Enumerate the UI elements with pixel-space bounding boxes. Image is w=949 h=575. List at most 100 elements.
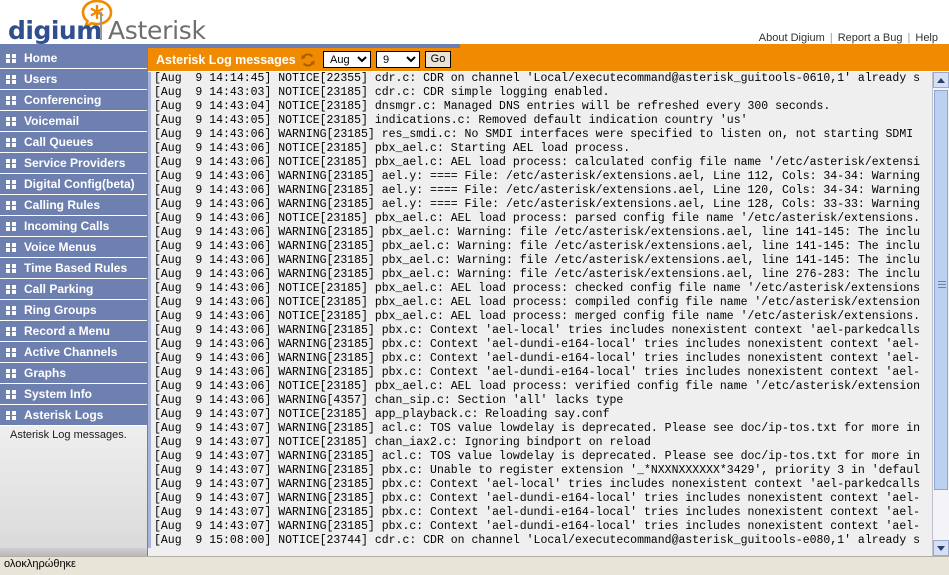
nav-link-help[interactable]: Help xyxy=(910,32,943,44)
refresh-icon[interactable] xyxy=(300,52,316,68)
day-select[interactable]: 9 xyxy=(376,51,420,68)
log-line: [Aug 9 14:14:45] NOTICE[22355] cdr.c: CD… xyxy=(148,72,932,86)
logo-digium-text: digium xyxy=(8,16,102,45)
sidebar-item-users[interactable]: Users xyxy=(0,69,147,90)
sidebar-item-label: Users xyxy=(24,72,58,86)
sidebar-item-label: Voice Menus xyxy=(24,240,97,254)
nav-link-report-a-bug[interactable]: Report a Bug xyxy=(833,32,908,44)
grid-icon xyxy=(6,264,16,273)
sidebar-item-time-based-rules[interactable]: Time Based Rules xyxy=(0,258,147,279)
sidebar-item-call-queues[interactable]: Call Queues xyxy=(0,132,147,153)
sidebar-item-system-info[interactable]: System Info xyxy=(0,384,147,405)
page-title: Asterisk Log messages xyxy=(156,53,296,67)
browser-status-bar: ολοκληρώθηκε xyxy=(0,556,949,575)
log-line: [Aug 9 14:43:06] NOTICE[23185] pbx_ael.c… xyxy=(148,282,932,296)
log-line: [Aug 9 14:43:03] NOTICE[23185] cdr.c: CD… xyxy=(148,86,932,100)
sidebar-item-label: Ring Groups xyxy=(24,303,97,317)
sidebar-item-label: Call Queues xyxy=(24,135,94,149)
log-line: [Aug 9 14:43:07] WARNING[23185] pbx.c: C… xyxy=(148,506,932,520)
content-panel: Asterisk Log messages Aug 9 Go [Aug 9 14… xyxy=(148,48,949,556)
log-line: [Aug 9 14:43:04] NOTICE[23185] dnsmgr.c:… xyxy=(148,100,932,114)
grid-icon xyxy=(6,348,16,357)
log-line: [Aug 9 14:43:06] WARNING[23185] ael.y: =… xyxy=(148,170,932,184)
grid-icon xyxy=(6,159,16,168)
log-line: [Aug 9 14:43:06] WARNING[23185] pbx.c: C… xyxy=(148,338,932,352)
sidebar-item-label: Voicemail xyxy=(24,114,80,128)
log-scrollbar[interactable] xyxy=(932,72,949,556)
sidebar-menu-list: Home Users Conferencing Voicemail Call Queue… xyxy=(0,48,147,426)
grid-icon xyxy=(6,327,16,336)
sidebar-item-home[interactable]: Home xyxy=(0,48,147,69)
sidebar-item-label: Home xyxy=(24,51,58,65)
log-line: [Aug 9 14:43:07] WARNING[23185] pbx.c: U… xyxy=(148,464,932,478)
log-line: [Aug 9 14:43:07] WARNING[23185] pbx.c: C… xyxy=(148,520,932,534)
status-bar-text: ολοκληρώθηκε xyxy=(4,558,76,570)
log-line: [Aug 9 14:43:06] WARNING[23185] pbx_ael.… xyxy=(148,268,932,282)
sidebar-item-call-parking[interactable]: Call Parking xyxy=(0,279,147,300)
sidebar-item-conferencing[interactable]: Conferencing xyxy=(0,90,147,111)
grid-icon xyxy=(6,138,16,147)
sidebar-item-label: Call Parking xyxy=(24,282,94,296)
log-line: [Aug 9 14:43:06] NOTICE[23185] pbx_ael.c… xyxy=(148,380,932,394)
log-line: [Aug 9 14:43:06] WARNING[23185] pbx_ael.… xyxy=(148,240,932,254)
grid-icon xyxy=(6,117,16,126)
log-lines-container: [Aug 9 14:14:45] NOTICE[22355] cdr.c: CD… xyxy=(148,72,932,556)
log-line: [Aug 9 14:43:06] WARNING[23185] pbx.c: C… xyxy=(148,366,932,380)
scroll-up-arrow-icon[interactable] xyxy=(933,72,949,88)
log-line: [Aug 9 14:43:07] NOTICE[23185] chan_iax2… xyxy=(148,436,932,450)
sidebar-item-label: Record a Menu xyxy=(24,324,111,338)
grid-icon xyxy=(6,54,16,63)
sidebar-item-active-channels[interactable]: Active Channels xyxy=(0,342,147,363)
grid-icon xyxy=(6,201,16,210)
log-line: [Aug 9 14:43:06] WARNING[23185] ael.y: =… xyxy=(148,198,932,212)
grid-icon xyxy=(6,411,16,420)
sidebar-item-service-providers[interactable]: Service Providers xyxy=(0,153,147,174)
scroll-down-arrow-icon[interactable] xyxy=(933,540,949,556)
sidebar-item-label: Calling Rules xyxy=(24,198,101,212)
log-line: [Aug 9 14:43:07] WARNING[23185] acl.c: T… xyxy=(148,422,932,436)
log-output-frame: [Aug 9 14:14:45] NOTICE[22355] cdr.c: CD… xyxy=(148,72,949,556)
grid-icon xyxy=(6,369,16,378)
sidebar-item-label: Incoming Calls xyxy=(24,219,110,233)
sidebar-item-label: Digital Config(beta) xyxy=(24,177,135,191)
month-select[interactable]: Aug xyxy=(323,51,371,68)
sidebar-item-label: Graphs xyxy=(24,366,67,380)
sidebar-item-digital-config-beta[interactable]: Digital Config(beta) xyxy=(0,174,147,195)
page-header: digium Asterisk About Digium | Report a Bu… xyxy=(0,0,949,48)
go-button[interactable]: Go xyxy=(425,51,451,68)
log-line: [Aug 9 14:43:06] NOTICE[23185] pbx_ael.c… xyxy=(148,296,932,310)
sidebar-item-record-a-menu[interactable]: Record a Menu xyxy=(0,321,147,342)
sidebar-item-label: Time Based Rules xyxy=(24,261,128,275)
log-line: [Aug 9 14:43:06] WARNING[23185] pbx_ael.… xyxy=(148,254,932,268)
sidebar-item-incoming-calls[interactable]: Incoming Calls xyxy=(0,216,147,237)
log-line: [Aug 9 14:43:06] WARNING[23185] res_smdi… xyxy=(148,128,932,142)
nav-link-about-digium[interactable]: About Digium xyxy=(754,32,830,44)
grid-icon xyxy=(6,222,16,231)
sidebar-item-voicemail[interactable]: Voicemail xyxy=(0,111,147,132)
grid-icon xyxy=(6,180,16,189)
sidebar-item-label: Service Providers xyxy=(24,156,126,170)
log-line: [Aug 9 14:43:06] WARNING[23185] pbx_ael.… xyxy=(148,226,932,240)
grid-icon xyxy=(6,75,16,84)
sidebar-item-asterisk-logs[interactable]: Asterisk Logs xyxy=(0,405,147,426)
scrollbar-grip-icon xyxy=(938,281,946,289)
sidebar-description: Asterisk Log messages. xyxy=(10,429,127,441)
sidebar-item-label: Asterisk Logs xyxy=(24,408,104,422)
log-line: [Aug 9 15:08:00] NOTICE[23744] cdr.c: CD… xyxy=(148,534,932,548)
log-line: [Aug 9 14:43:06] NOTICE[23185] pbx_ael.c… xyxy=(148,212,932,226)
log-line: [Aug 9 14:43:06] NOTICE[23185] pbx_ael.c… xyxy=(148,310,932,324)
scrollbar-thumb[interactable] xyxy=(934,90,948,490)
grid-icon xyxy=(6,96,16,105)
sidebar-item-voice-menus[interactable]: Voice Menus xyxy=(0,237,147,258)
sidebar-item-label: System Info xyxy=(24,387,93,401)
log-line: [Aug 9 14:43:06] WARNING[4357] chan_sip.… xyxy=(148,394,932,408)
log-line: [Aug 9 14:43:06] NOTICE[23185] pbx_ael.c… xyxy=(148,142,932,156)
log-line: [Aug 9 14:43:07] NOTICE[23185] app_playb… xyxy=(148,408,932,422)
log-line: [Aug 9 14:43:07] WARNING[23185] pbx.c: C… xyxy=(148,492,932,506)
grid-icon xyxy=(6,306,16,315)
sidebar-navigation: Home Users Conferencing Voicemail Call Queue… xyxy=(0,48,148,556)
sidebar-item-ring-groups[interactable]: Ring Groups xyxy=(0,300,147,321)
grid-icon xyxy=(6,285,16,294)
sidebar-item-graphs[interactable]: Graphs xyxy=(0,363,147,384)
sidebar-item-calling-rules[interactable]: Calling Rules xyxy=(0,195,147,216)
